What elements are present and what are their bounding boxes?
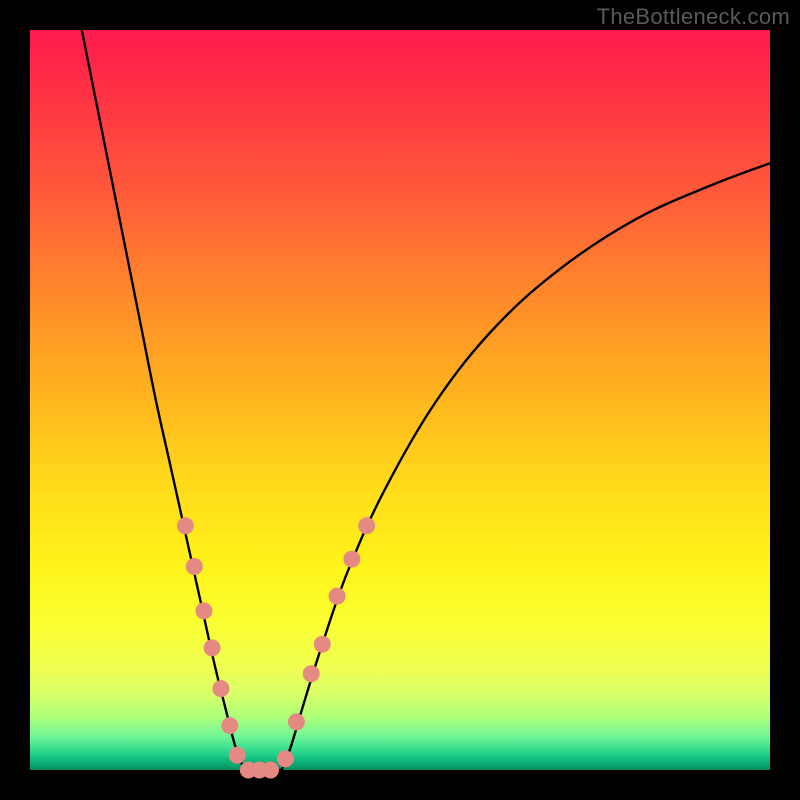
curve-marker [277, 750, 294, 767]
bottleneck-curve [82, 30, 770, 772]
curve-svg [30, 30, 770, 770]
curve-marker [229, 747, 246, 764]
curve-marker [329, 588, 346, 605]
curve-marker [221, 717, 238, 734]
curve-marker [186, 558, 203, 575]
curve-marker [262, 762, 279, 779]
plot-area [30, 30, 770, 770]
curve-marker [343, 551, 360, 568]
curve-markers [177, 517, 375, 778]
curve-marker [195, 602, 212, 619]
curve-marker [204, 639, 221, 656]
watermark-text: TheBottleneck.com [597, 4, 790, 30]
curve-marker [358, 517, 375, 534]
curve-marker [314, 636, 331, 653]
curve-marker [288, 713, 305, 730]
curve-marker [212, 680, 229, 697]
curve-marker [303, 665, 320, 682]
chart-frame: TheBottleneck.com [0, 0, 800, 800]
curve-marker [177, 517, 194, 534]
